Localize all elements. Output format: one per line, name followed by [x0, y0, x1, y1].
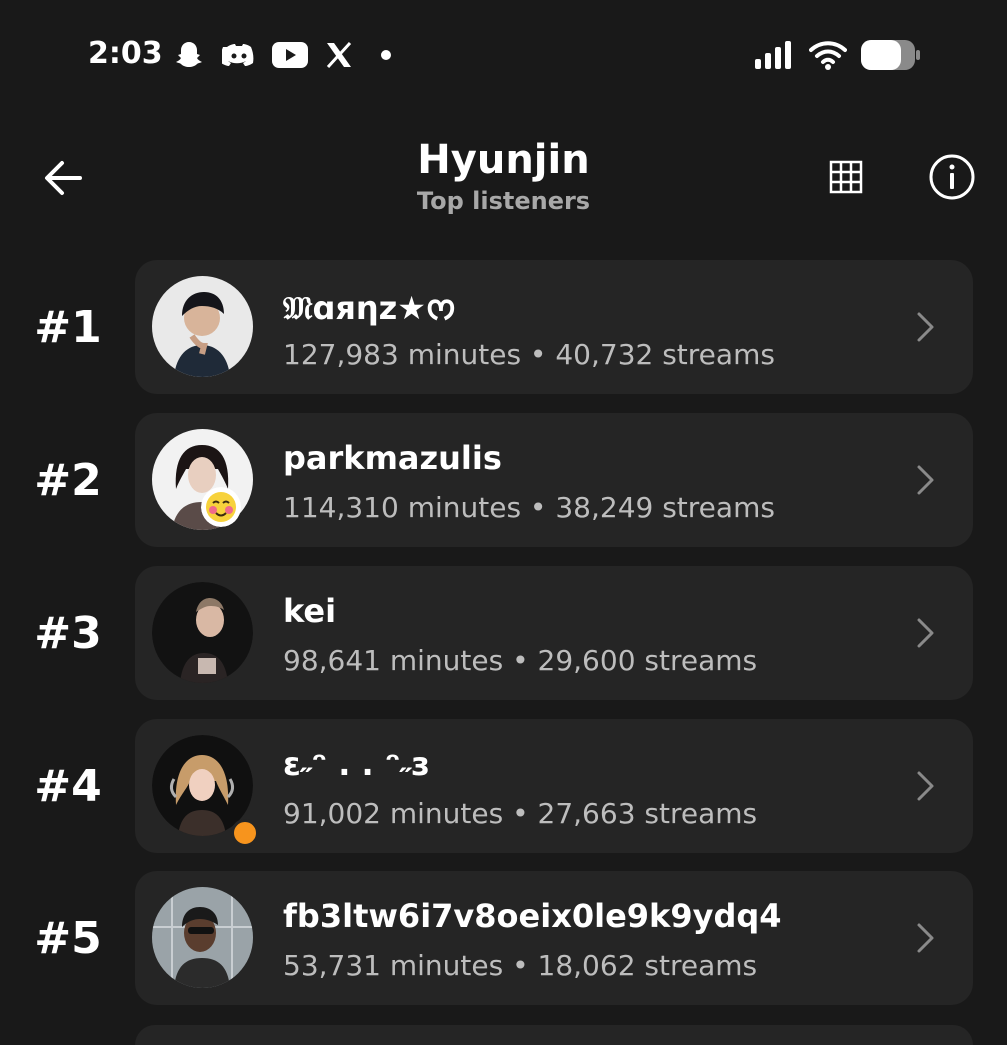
listener-card[interactable]: parkmazulis 114,310 minutes • 38,249 str…	[135, 413, 973, 547]
rank-label: #2	[34, 454, 102, 506]
avatar	[152, 887, 253, 988]
snapchat-icon	[176, 42, 202, 67]
listener-stats: 53,731 minutes • 18,062 streams	[283, 949, 758, 982]
rank-label: #4	[34, 760, 102, 812]
discord-icon	[222, 44, 254, 66]
listener-stats: 98,641 minutes • 29,600 streams	[283, 644, 758, 677]
list-item: #5 fb3ltw6i7v8oeix0le9k9ydq4 53,731 minu…	[0, 871, 1007, 1005]
avatar	[152, 276, 253, 377]
next-card-peek	[135, 1025, 973, 1045]
emoji-badge	[201, 487, 241, 527]
list-item: #2 parkmazulis 114,310 minutes • 38,249	[0, 413, 1007, 547]
listener-card[interactable]: kei 98,641 minutes • 29,600 streams	[135, 566, 973, 700]
chevron-right-icon	[917, 771, 934, 801]
system-icons	[755, 40, 921, 70]
rank-label: #3	[34, 607, 102, 659]
listener-stats: 127,983 minutes • 40,732 streams	[283, 338, 775, 371]
x-icon	[326, 41, 352, 69]
chevron-right-icon	[917, 312, 934, 342]
listener-stats: 114,310 minutes • 38,249 streams	[283, 491, 775, 524]
dot-icon	[381, 50, 391, 60]
rank-label: #1	[34, 301, 102, 353]
page-header: Hyunjin Top listeners	[0, 125, 1007, 235]
list-item: #3 kei 98,641 minutes • 29,600 streams	[0, 566, 1007, 700]
listener-card[interactable]: fb3ltw6i7v8oeix0le9k9ydq4 53,731 minutes…	[135, 871, 973, 1005]
listener-card[interactable]: ɛ˶ᵔ . . ᵔ˶з 91,002 minutes • 27,663 stre…	[135, 719, 973, 853]
wifi-icon	[809, 41, 847, 70]
rank-label: #5	[34, 912, 102, 964]
listener-name: 𝔐ɑяηz★ᰔ	[283, 289, 456, 327]
listener-name: parkmazulis	[283, 439, 502, 477]
listener-card[interactable]: 𝔐ɑяηz★ᰔ 127,983 minutes • 40,732 streams	[135, 260, 973, 394]
grid-icon[interactable]	[826, 157, 866, 197]
listener-name: ɛ˶ᵔ . . ᵔ˶з	[283, 745, 430, 783]
listener-name: fb3ltw6i7v8oeix0le9k9ydq4	[283, 897, 782, 935]
chevron-right-icon	[917, 923, 934, 953]
youtube-icon	[272, 42, 308, 68]
list-item: #1 𝔐ɑяηz★ᰔ 127,983 minutes • 40,732 stre…	[0, 260, 1007, 394]
info-icon[interactable]	[928, 153, 976, 201]
chevron-right-icon	[917, 618, 934, 648]
chevron-right-icon	[917, 465, 934, 495]
status-time: 2:03	[88, 36, 163, 71]
notification-icons	[172, 38, 394, 72]
status-dot	[231, 819, 259, 847]
list-item: #4 ɛ˶ᵔ . . ᵔ˶з 91,002 minutes • 27,663 s…	[0, 719, 1007, 853]
status-bar: 2:03	[0, 0, 1007, 110]
listener-stats: 91,002 minutes • 27,663 streams	[283, 797, 758, 830]
signal-icon	[755, 41, 791, 69]
battery-icon	[861, 40, 920, 70]
avatar	[152, 582, 253, 683]
listener-name: kei	[283, 592, 337, 630]
